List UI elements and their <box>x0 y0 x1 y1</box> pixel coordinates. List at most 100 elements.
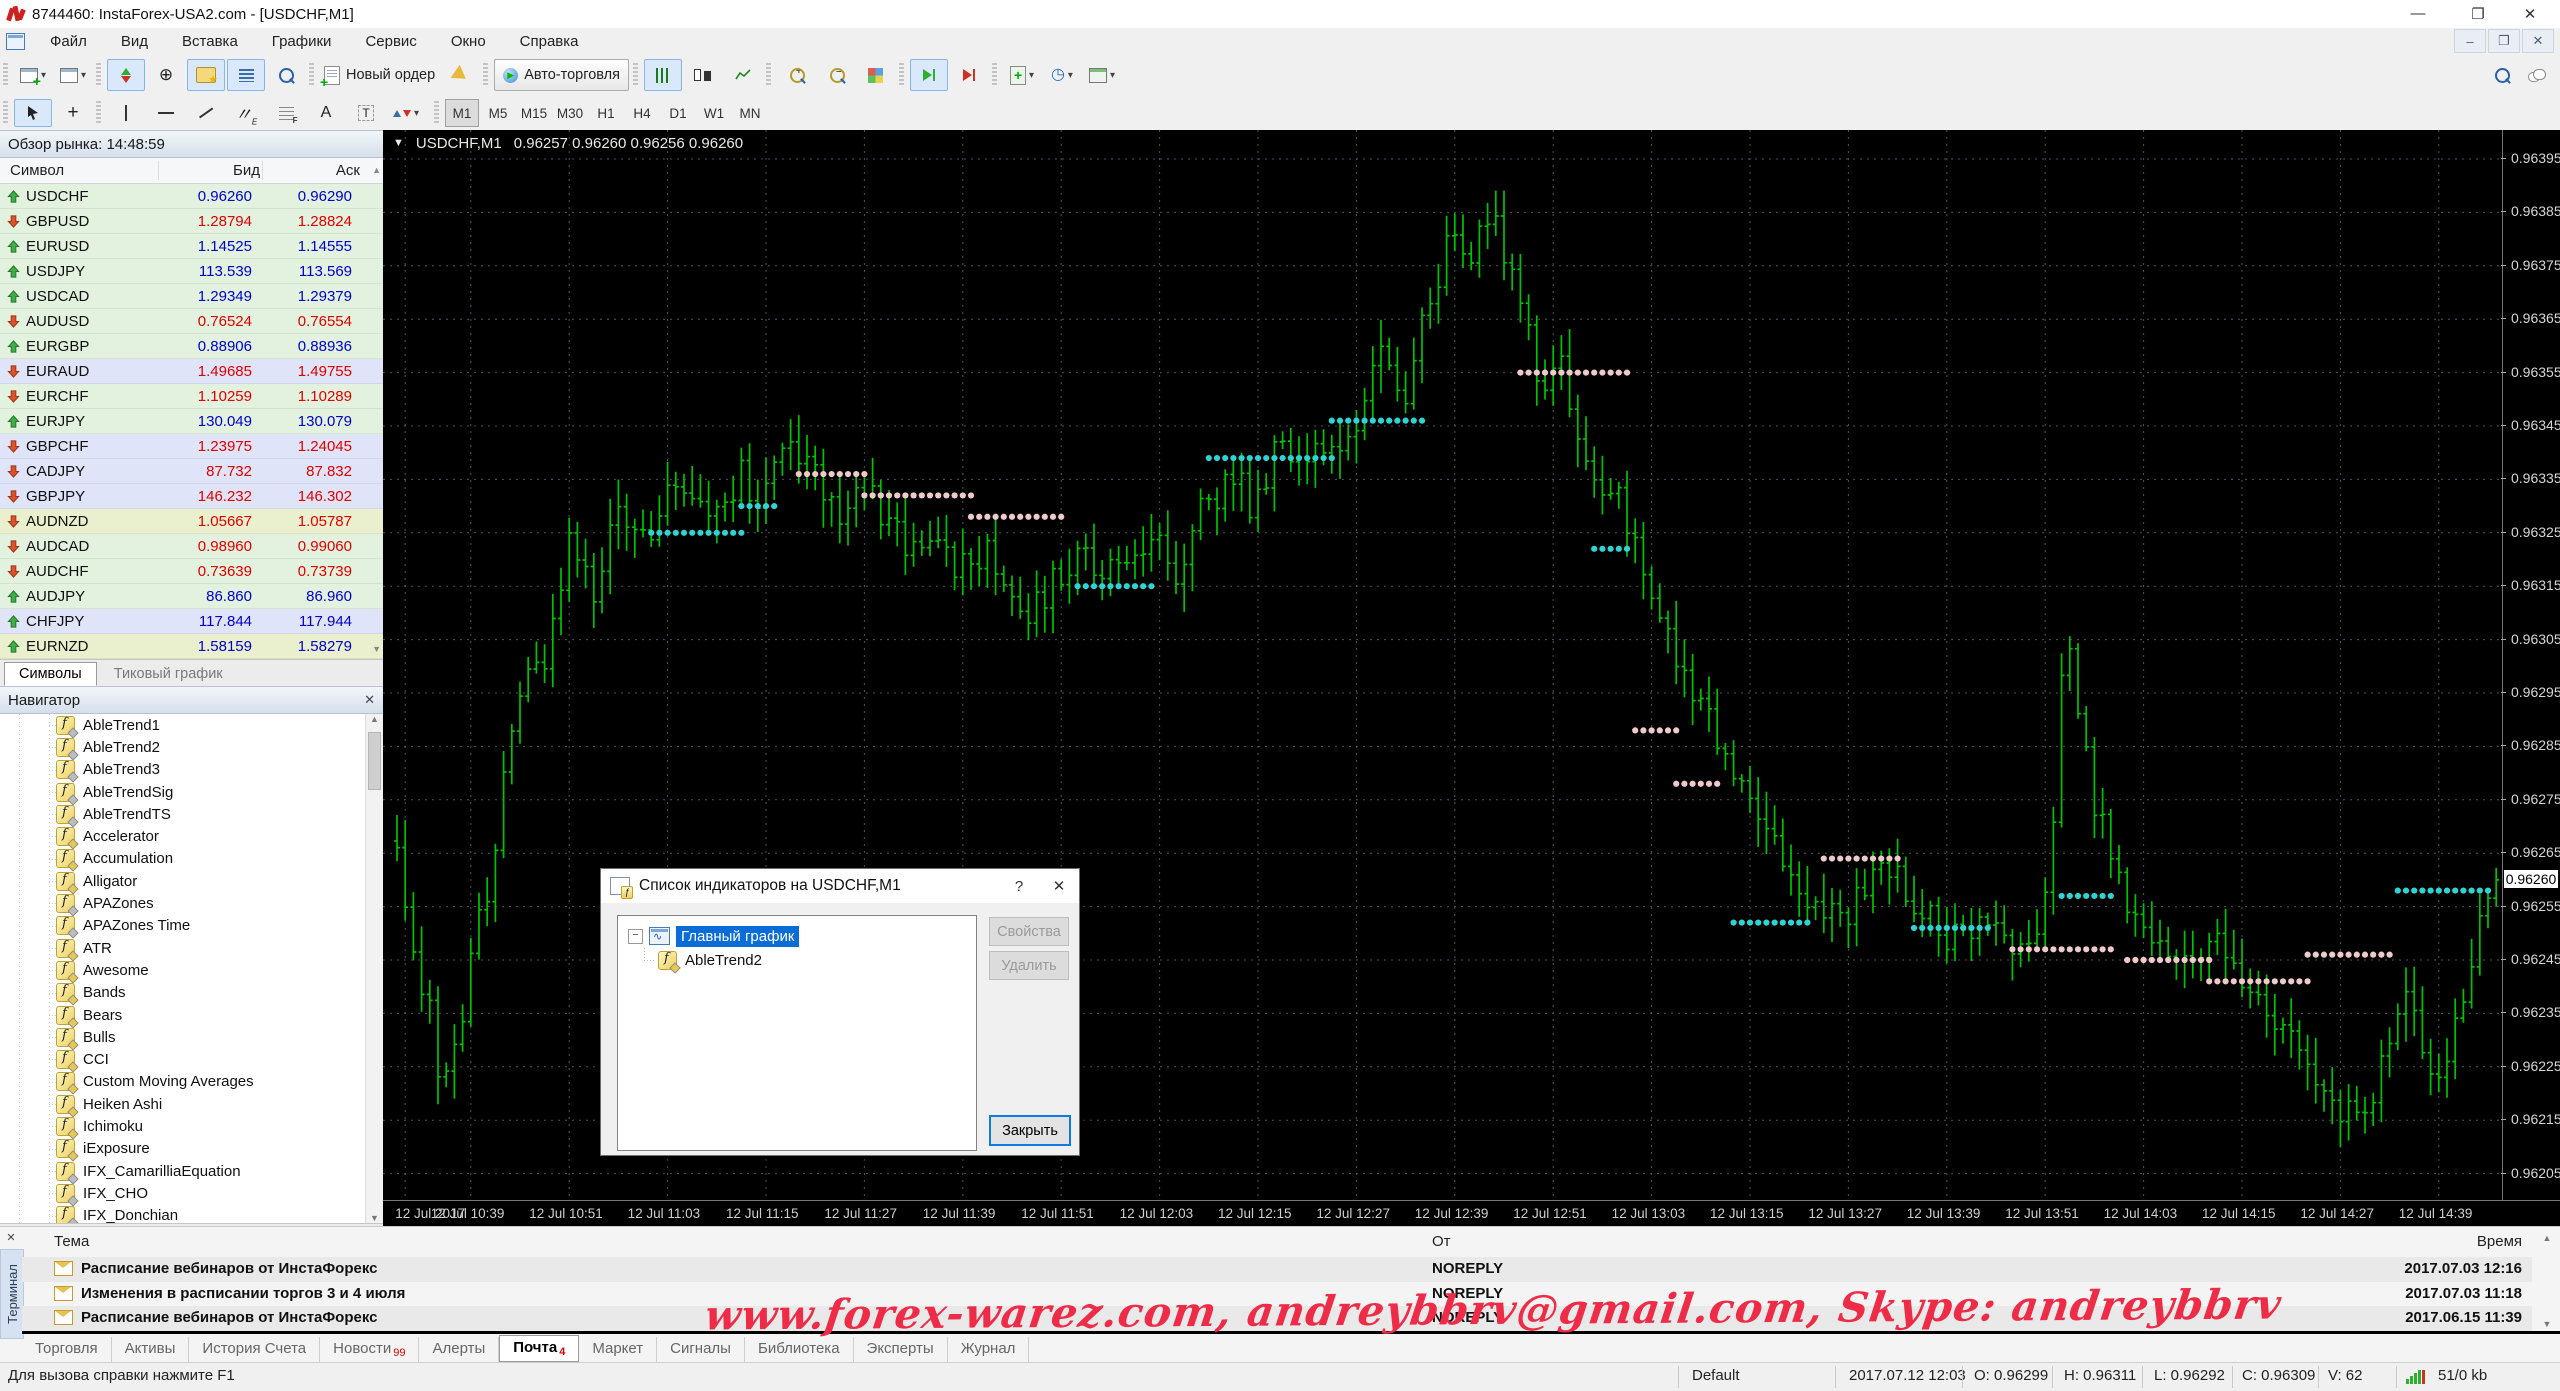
market-row-usdcad[interactable]: USDCAD1.293491.29379 <box>0 284 383 309</box>
auto-scroll-button[interactable] <box>910 59 948 91</box>
market-row-eurjpy[interactable]: EURJPY130.049130.079 <box>0 409 383 434</box>
indicator-name[interactable]: AbleTrend2 <box>685 952 762 969</box>
menu-файл[interactable]: Файл <box>33 33 104 50</box>
tile-windows-button[interactable] <box>857 59 895 91</box>
navigator-item-abletrendsig[interactable]: fAbleTrendSig <box>0 781 383 803</box>
metaeditor-button[interactable] <box>441 59 479 91</box>
main-chart-label[interactable]: Главный график <box>676 926 799 947</box>
zoom-out-button[interactable]: – <box>817 59 855 91</box>
menu-вид[interactable]: Вид <box>104 33 165 50</box>
hline-tool-button[interactable] <box>147 99 185 127</box>
column-ask[interactable]: Аск <box>260 162 364 179</box>
toolbar-grip[interactable] <box>3 63 8 87</box>
navigator-item-abletrend3[interactable]: fAbleTrend3 <box>0 759 383 781</box>
navigator-item-iexposure[interactable]: fiExposure <box>0 1138 383 1160</box>
navigator-item-abletrendts[interactable]: fAbleTrendTS <box>0 803 383 825</box>
terminal-tab-эксперты[interactable]: Эксперты <box>854 1337 948 1362</box>
scroll-down-icon[interactable]: ▼ <box>2543 1319 2552 1329</box>
crosshair-tool-button[interactable]: + <box>54 99 92 127</box>
navigator-item-accumulation[interactable]: fAccumulation <box>0 848 383 870</box>
tree-collapse-icon[interactable]: − <box>628 929 643 944</box>
navigator-item-ichimoku[interactable]: fIchimoku <box>0 1115 383 1137</box>
vline-tool-button[interactable] <box>107 99 145 127</box>
market-row-gbpusd[interactable]: GBPUSD1.287941.28824 <box>0 209 383 234</box>
navigator-scrollbar[interactable]: ▲ ▼ <box>365 714 383 1223</box>
navigator-item-alligator[interactable]: fAlligator <box>0 870 383 892</box>
menu-графики[interactable]: Графики <box>255 33 349 50</box>
tree-node-main-chart[interactable]: − Главный график <box>618 924 976 948</box>
search-icon[interactable] <box>2495 68 2510 83</box>
toolbar-grip[interactable] <box>96 101 101 125</box>
tree-node-abletrend2[interactable]: f AbleTrend2 <box>618 948 976 972</box>
candlestick-button[interactable] <box>684 59 722 91</box>
market-row-audjpy[interactable]: AUDJPY86.86086.960 <box>0 584 383 609</box>
timeframe-mn[interactable]: MN <box>733 99 767 127</box>
timeframe-m5[interactable]: M5 <box>481 99 515 127</box>
chart-close-button[interactable]: ✕ <box>2522 29 2554 53</box>
market-row-usdchf[interactable]: USDCHF0.962600.96290 <box>0 184 383 209</box>
toolbar-grip[interactable] <box>766 63 771 87</box>
terminal-tab-маркет[interactable]: Маркет <box>579 1337 657 1362</box>
profiles-button[interactable]: ▾ <box>54 59 92 91</box>
timeframe-h1[interactable]: H1 <box>589 99 623 127</box>
scroll-up-icon[interactable]: ▲ <box>372 165 381 175</box>
data-window-button[interactable]: ⊕ <box>147 59 185 91</box>
terminal-tab-почта[interactable]: Почта4 <box>499 1335 579 1362</box>
text-tool-button[interactable]: A <box>307 99 345 127</box>
mail-scrollbar[interactable]: ▲ ▼ <box>2538 1233 2556 1329</box>
autotrade-button[interactable]: Авто-торговля <box>494 59 629 91</box>
menu-справка[interactable]: Справка <box>503 33 596 50</box>
market-watch-column-header[interactable]: Символ Бид Аск ▲ <box>0 158 383 184</box>
timeframe-m15[interactable]: M15 <box>517 99 551 127</box>
tab-символы[interactable]: Символы <box>4 662 97 686</box>
close-button[interactable]: ✕ <box>2508 0 2552 27</box>
terminal-tab-новости[interactable]: Новости99 <box>320 1337 419 1362</box>
terminal-close-icon[interactable]: ✕ <box>4 1230 18 1244</box>
scrollbar-thumb[interactable] <box>368 732 381 790</box>
navigator-item-ifx-camarilliaequation[interactable]: fIFX_CamarilliaEquation <box>0 1160 383 1182</box>
shapes-tool-button[interactable]: ▾ <box>387 99 425 127</box>
navigator-item-atr[interactable]: fATR <box>0 937 383 959</box>
market-watch-toggle-button[interactable] <box>107 59 145 91</box>
dialog-title-bar[interactable]: Список индикаторов на USDCHF,M1 ? ✕ <box>601 869 1079 903</box>
chart-minimize-button[interactable]: – <box>2454 29 2486 53</box>
navigator-item-bulls[interactable]: fBulls <box>0 1026 383 1048</box>
indicator-tree[interactable]: − Главный график f AbleTrend2 <box>617 915 977 1151</box>
dialog-help-button[interactable]: ? <box>999 870 1039 902</box>
navigator-close-icon[interactable]: ✕ <box>364 692 375 708</box>
navigator-item-abletrend2[interactable]: fAbleTrend2 <box>0 736 383 758</box>
status-profile[interactable]: Default <box>1692 1367 1740 1384</box>
navigator-item-awesome[interactable]: fAwesome <box>0 959 383 981</box>
toolbar-grip[interactable] <box>96 63 101 87</box>
toolbar-grip[interactable] <box>309 63 314 87</box>
navigator-item-accelerator[interactable]: fAccelerator <box>0 825 383 847</box>
toolbar-grip[interactable] <box>3 101 8 125</box>
timeframe-h4[interactable]: H4 <box>625 99 659 127</box>
collapse-triangle-icon[interactable]: ▼ <box>393 137 404 152</box>
market-row-audcad[interactable]: AUDCAD0.989600.99060 <box>0 534 383 559</box>
fibonacci-tool-button[interactable]: F <box>267 99 305 127</box>
price-axis[interactable]: 0.963950.963850.963750.963650.963550.963… <box>2502 130 2560 1200</box>
market-row-usdjpy[interactable]: USDJPY113.539113.569 <box>0 259 383 284</box>
market-row-eurusd[interactable]: EURUSD1.145251.14555 <box>0 234 383 259</box>
market-row-audnzd[interactable]: AUDNZD1.056671.05787 <box>0 509 383 534</box>
terminal-toggle-button[interactable] <box>227 59 265 91</box>
timeframe-m1[interactable]: M1 <box>445 99 479 127</box>
terminal-tab-алерты[interactable]: Алерты <box>419 1337 499 1362</box>
minimize-button[interactable]: — <box>2396 0 2440 27</box>
zoom-in-button[interactable]: + <box>777 59 815 91</box>
column-subject[interactable]: Тема <box>54 1233 89 1250</box>
terminal-tab-активы[interactable]: Активы <box>112 1337 190 1362</box>
navigator-item-cci[interactable]: fCCI <box>0 1048 383 1070</box>
terminal-tab-сигналы[interactable]: Сигналы <box>657 1337 745 1362</box>
community-chat-icon[interactable] <box>2528 69 2546 81</box>
toolbar-grip[interactable] <box>434 101 439 125</box>
tab-тиковый-график[interactable]: Тиковый график <box>99 662 238 686</box>
new-order-button[interactable]: + Новый ордер <box>320 59 439 91</box>
navigator-item-apazones-time[interactable]: fAPAZones Time <box>0 915 383 937</box>
market-row-audusd[interactable]: AUDUSD0.765240.76554 <box>0 309 383 334</box>
market-row-eurgbp[interactable]: EURGBP0.889060.88936 <box>0 334 383 359</box>
channel-tool-button[interactable]: 〃E <box>227 99 265 127</box>
navigator-item-abletrend1[interactable]: fAbleTrend1 <box>0 714 383 736</box>
toolbar-grip[interactable] <box>633 63 638 87</box>
